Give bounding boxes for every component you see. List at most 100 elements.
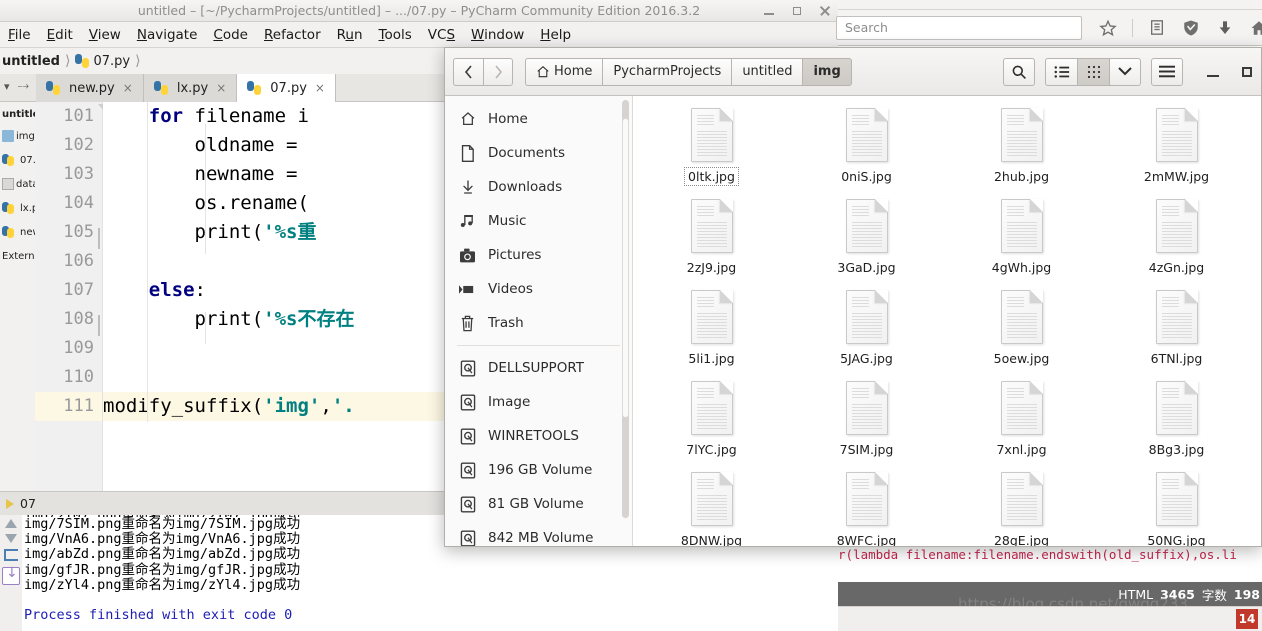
editor-tab-lx-py[interactable]: lx.py × — [143, 74, 238, 102]
sidebar-item-trash[interactable]: Trash — [445, 306, 632, 340]
maximize-button[interactable] — [790, 4, 804, 18]
menu-view[interactable]: View — [81, 27, 129, 43]
scroll-to-end-icon[interactable] — [2, 565, 20, 585]
file-item[interactable]: 8DNW.jpg — [634, 468, 789, 546]
sidebar-scrollbar-thumb[interactable] — [622, 118, 629, 418]
editor-tab-new-py[interactable]: new.py × — [36, 74, 144, 102]
breadcrumb-img[interactable]: img — [802, 57, 852, 86]
breadcrumb-home[interactable]: Home — [525, 57, 603, 86]
forward-button[interactable] — [483, 57, 513, 86]
project-node-data[interactable]: data — [0, 172, 35, 196]
sidebar-item-pictures[interactable]: Pictures — [445, 238, 632, 272]
minimize-button[interactable] — [762, 4, 776, 18]
drive-icon — [459, 461, 476, 479]
console-line: img/zYl4.png重命名为img/zYl4.jpg成功 — [24, 576, 301, 593]
search-input[interactable]: Search — [836, 15, 1082, 40]
menu-vcs[interactable]: VCS — [420, 27, 463, 43]
sidebar-item-image[interactable]: Image — [445, 385, 632, 419]
file-list[interactable]: 0ltk.jpg 0niS.jpg 2hub.jpg 2mMW.jpg 2zJ9.jpg… — [634, 96, 1261, 546]
python-file-icon — [2, 154, 14, 166]
editor-tab-07-py[interactable]: 07.py × — [237, 74, 336, 102]
scroll-down-icon[interactable] — [5, 534, 17, 543]
chevron-down-icon[interactable]: ▾ — [4, 80, 10, 93]
file-item[interactable]: 6TNl.jpg — [1099, 286, 1254, 377]
grid-view-icon[interactable] — [1077, 57, 1109, 86]
file-item[interactable]: 2zJ9.jpg — [634, 195, 789, 286]
close-tab-icon[interactable]: × — [216, 81, 226, 95]
file-item[interactable]: 7xnl.jpg — [944, 377, 1099, 468]
menu-edit[interactable]: Edit — [39, 27, 81, 43]
sidebar-item-downloads[interactable]: Downloads — [445, 170, 632, 204]
sidebar-item-842-mb-volume[interactable]: 842 MB Volume — [445, 521, 632, 546]
file-item[interactable]: 2mMW.jpg — [1099, 104, 1254, 195]
home-icon[interactable] — [1249, 18, 1262, 38]
soft-wrap-icon[interactable] — [4, 549, 18, 561]
file-item[interactable]: 5li1.jpg — [634, 286, 789, 377]
tab-controls[interactable]: ▾ ⤍ — [4, 79, 29, 93]
sidebar-item-dellsupport[interactable]: DELLSUPPORT — [445, 351, 632, 385]
menu-help[interactable]: Help — [532, 27, 579, 43]
project-node-07-py[interactable]: 07.py — [0, 148, 35, 172]
menu-code[interactable]: Code — [205, 27, 256, 43]
file-item[interactable]: 28gE.jpg — [944, 468, 1099, 546]
file-item[interactable]: 5oew.jpg — [944, 286, 1099, 377]
search-icon[interactable] — [1003, 57, 1035, 86]
project-tree[interactable]: untitled img 07.py data lx.py new.py External … — [0, 102, 35, 491]
menu-tools[interactable]: Tools — [371, 27, 420, 43]
library-icon[interactable] — [1147, 18, 1167, 38]
file-name-label: 50NG.jpg — [1147, 533, 1206, 546]
sidebar-item-81-gb-volume[interactable]: 81 GB Volume — [445, 487, 632, 521]
sidebar-item-music[interactable]: Music — [445, 204, 632, 238]
file-item[interactable]: 50NG.jpg — [1099, 468, 1254, 546]
sidebar-item-label: WINRETOOLS — [488, 428, 579, 444]
file-item[interactable]: 4gWh.jpg — [944, 195, 1099, 286]
menu-window[interactable]: Window — [463, 27, 532, 43]
collapse-icon[interactable]: ⤍ — [18, 79, 29, 93]
sidebar-scrollbar[interactable] — [622, 100, 629, 518]
path-breadcrumbs: Home PycharmProjects untitled img — [525, 57, 852, 86]
scroll-up-icon[interactable] — [5, 519, 17, 528]
minimize-icon[interactable] — [1205, 64, 1221, 80]
breadcrumb-item-project[interactable]: untitled — [0, 54, 60, 69]
download-icon[interactable] — [1215, 18, 1235, 38]
menu-file[interactable]: File — [0, 27, 39, 43]
file-name-label: 2hub.jpg — [993, 169, 1050, 184]
sidebar-item-videos[interactable]: Videos — [445, 272, 632, 306]
document-icon — [845, 199, 888, 253]
hamburger-menu-icon[interactable] — [1151, 57, 1183, 86]
project-node-img[interactable]: img — [0, 124, 35, 148]
close-tab-icon[interactable]: × — [123, 81, 133, 95]
file-item[interactable]: 0niS.jpg — [789, 104, 944, 195]
sidebar-item-196-gb-volume[interactable]: 196 GB Volume — [445, 453, 632, 487]
sidebar-item-winretools[interactable]: WINRETOOLS — [445, 419, 632, 453]
file-item[interactable]: 7SIM.jpg — [789, 377, 944, 468]
file-item[interactable]: 4zGn.jpg — [1099, 195, 1254, 286]
back-button[interactable] — [453, 57, 483, 86]
close-tab-icon[interactable]: × — [315, 81, 325, 95]
file-item[interactable]: 7lYC.jpg — [634, 377, 789, 468]
shield-icon[interactable] — [1181, 18, 1201, 38]
project-node-lx-py[interactable]: lx.py — [0, 196, 35, 220]
breadcrumb-pycharmprojects[interactable]: PycharmProjects — [602, 57, 732, 86]
star-icon[interactable] — [1098, 18, 1118, 38]
chevron-down-icon[interactable] — [1109, 57, 1141, 86]
list-view-icon[interactable] — [1045, 57, 1077, 86]
file-item[interactable]: 8WFC.jpg — [789, 468, 944, 546]
maximize-icon[interactable] — [1239, 64, 1255, 80]
project-node-new-py[interactable]: new.py — [0, 220, 35, 244]
breadcrumb-item-file[interactable]: 07.py — [75, 54, 130, 69]
file-item[interactable]: 2hub.jpg — [944, 104, 1099, 195]
close-button[interactable] — [818, 4, 832, 18]
project-node-external-libraries[interactable]: External Libraries — [0, 244, 35, 268]
menu-run[interactable]: Run — [329, 27, 371, 43]
file-item[interactable]: 8Bg3.jpg — [1099, 377, 1254, 468]
file-item[interactable]: 3GaD.jpg — [789, 195, 944, 286]
file-item[interactable]: 5JAG.jpg — [789, 286, 944, 377]
sidebar-item-home[interactable]: Home — [445, 102, 632, 136]
sidebar-item-documents[interactable]: Documents — [445, 136, 632, 170]
menu-navigate[interactable]: Navigate — [129, 27, 206, 43]
menu-refactor[interactable]: Refactor — [256, 27, 329, 43]
file-item[interactable]: 0ltk.jpg — [634, 104, 789, 195]
project-node-untitled[interactable]: untitled — [0, 104, 35, 124]
breadcrumb-untitled[interactable]: untitled — [731, 57, 803, 86]
